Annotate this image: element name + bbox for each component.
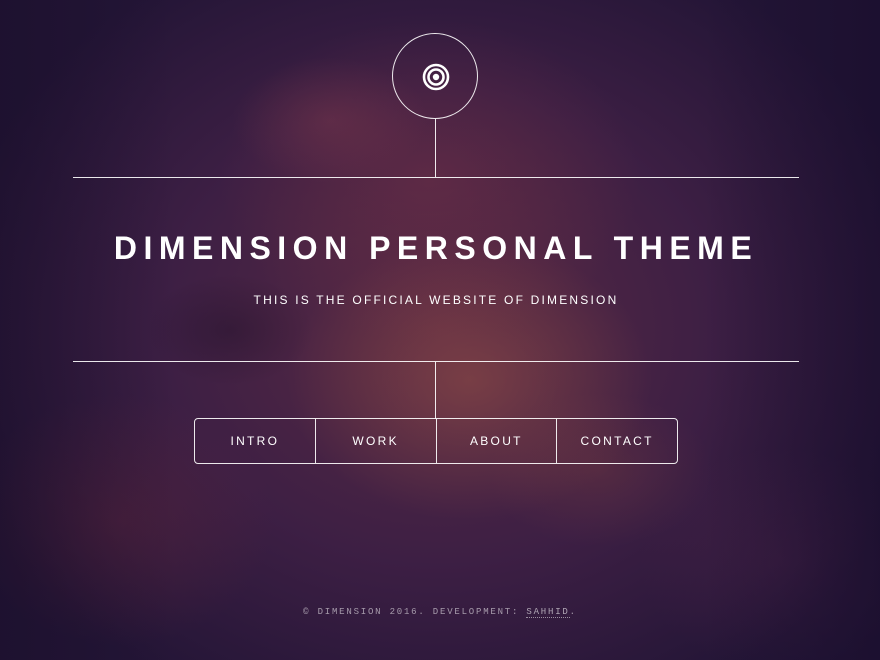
divider-top (73, 177, 799, 178)
footer: © DIMENSION 2016. DEVELOPMENT: SAHHID. (0, 606, 880, 618)
divider-bottom (73, 361, 799, 362)
footer-suffix: . (569, 607, 577, 617)
nav-item-contact[interactable]: CONTACT (556, 419, 677, 463)
nav-item-about[interactable]: ABOUT (435, 419, 557, 463)
logo (392, 33, 478, 119)
main-nav: INTRO WORK ABOUT CONTACT (194, 418, 678, 464)
concentric-circles-icon (422, 63, 450, 91)
page-title: DIMENSION PERSONAL THEME (113, 230, 759, 266)
connector-line-bottom (435, 362, 436, 419)
nav-item-work[interactable]: WORK (314, 419, 436, 463)
connector-line-top (435, 119, 436, 177)
footer-author-link[interactable]: SAHHID (526, 607, 570, 618)
nav-item-intro[interactable]: INTRO (195, 419, 315, 463)
footer-text: © DIMENSION 2016. DEVELOPMENT: (303, 607, 520, 617)
page-subtitle: THIS IS THE OFFICIAL WEBSITE OF DIMENSIO… (253, 293, 619, 307)
